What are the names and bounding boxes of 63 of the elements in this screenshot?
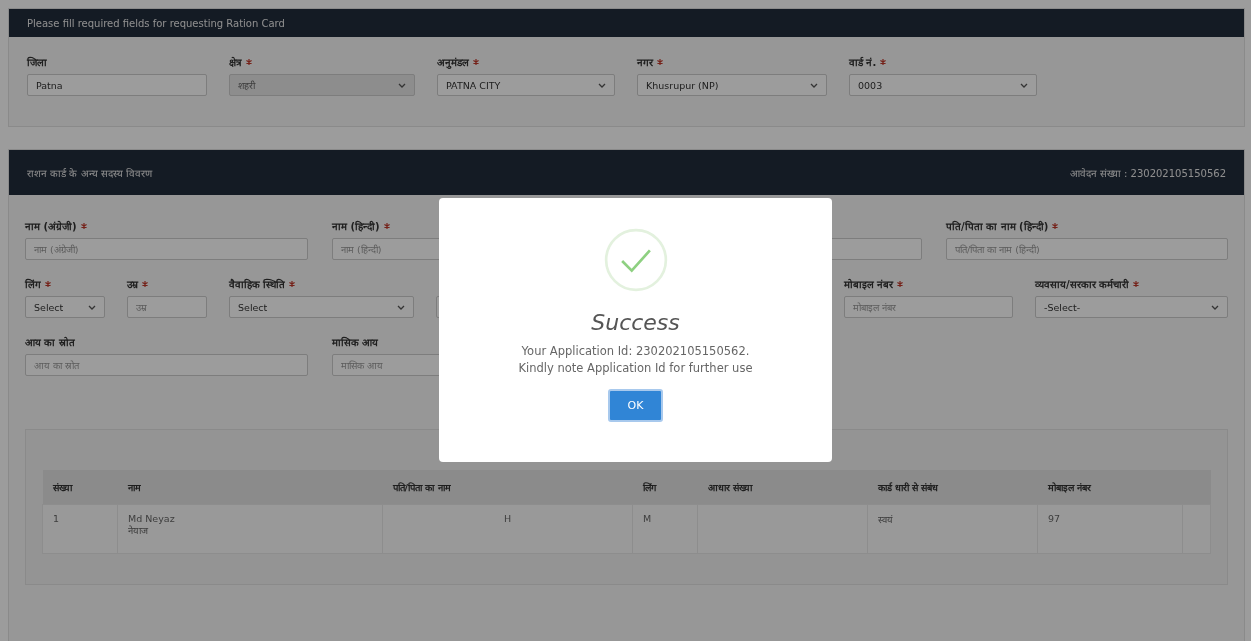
section-title: राशन कार्ड के अन्य सदस्य विवरण (27, 166, 152, 180)
field-label: नाम (अंग्रेजी) (25, 220, 77, 233)
field-label: अनुमंडल (437, 56, 469, 69)
table-cell-text: स्वयं (878, 513, 894, 526)
field-label: लिंग (25, 277, 41, 291)
caret-icon (397, 304, 405, 310)
required-icon (473, 59, 479, 65)
table-cell-text: H (502, 513, 513, 524)
field-label: आय का स्रोत (25, 335, 75, 349)
field-label: नाम (हिन्दी) (332, 219, 380, 233)
checkmark-icon (603, 228, 668, 292)
required-icon (383, 223, 390, 229)
table-cell-text: Md Neyaz (128, 513, 176, 524)
select-field[interactable]: -Select- (1035, 296, 1228, 318)
ok-button[interactable]: OK (607, 389, 664, 422)
panel-title: Please fill required fields for requesting Ration Card (27, 17, 285, 29)
field-label: नगर (637, 56, 653, 69)
required-icon (289, 281, 296, 287)
column-header: लिंग (632, 470, 698, 505)
required-icon (45, 281, 51, 287)
select-field[interactable]: Khusrupur (NP) (637, 74, 827, 96)
input-field[interactable]: Patna (27, 74, 207, 96)
required-icon (80, 223, 87, 229)
dialog-message: Your Application Id: 230202105150562. (520, 343, 751, 360)
caret-icon (810, 82, 818, 88)
column-header: आधार संख्या (697, 470, 868, 505)
field-label: मोबाइल नंबर (844, 277, 894, 291)
select-field[interactable]: PATNA CITY (437, 74, 615, 96)
caret-icon (1211, 304, 1219, 310)
required-icon (246, 59, 252, 65)
required-icon (142, 281, 148, 287)
required-icon (897, 281, 904, 287)
column-header: पति/पिता का नाम (382, 470, 633, 505)
select-field[interactable]: Select (229, 296, 414, 318)
caret-icon (1020, 82, 1028, 88)
column-header: नाम (117, 470, 383, 505)
caret-icon (88, 304, 96, 310)
field-label: मासिक आय (332, 335, 379, 349)
table-cell-text: 97 (1048, 513, 1062, 524)
field-label: क्षेत्र (229, 56, 242, 69)
dialog-message: Kindly note Application Id for further use (518, 360, 753, 377)
dialog-title: Success (591, 310, 680, 335)
column-header: संख्या (42, 470, 118, 505)
table-cell-text: M (643, 513, 653, 524)
field-label: व्यवसाय/सरकार कर्मचारी (1035, 278, 1130, 291)
field-label: वार्ड नं. (849, 56, 877, 69)
required-icon (1133, 281, 1140, 287)
field-label: जिला (27, 55, 47, 69)
table-cell-text: 1 (53, 513, 61, 524)
select-field[interactable]: Select (25, 296, 105, 318)
caret-icon (598, 82, 606, 88)
table-cell-text: नेयाज (128, 524, 149, 537)
field-label: पति/पिता का नाम (हिन्दी) (946, 219, 1049, 233)
field-label: वैवाहिक स्थिति (229, 277, 286, 291)
column-header: कार्ड धारी से संबंध (867, 470, 1038, 505)
caret-icon (398, 82, 406, 88)
application-number: आवेदन संख्या : 230202105150562 (1069, 166, 1226, 180)
required-icon (657, 59, 663, 65)
select-field[interactable]: 0003 (849, 74, 1037, 96)
required-icon (1052, 223, 1059, 229)
required-icon (880, 59, 887, 65)
column-header: मोबाइल नंबर (1037, 470, 1183, 505)
field-label: उम्र (127, 278, 138, 291)
